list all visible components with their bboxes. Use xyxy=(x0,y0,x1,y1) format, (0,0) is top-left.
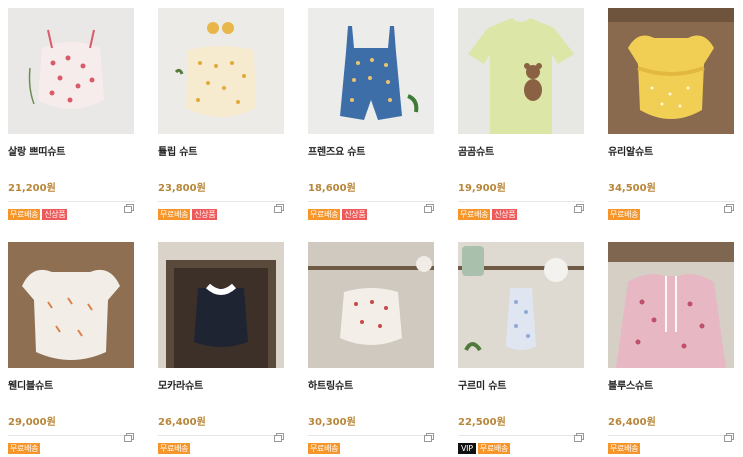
product-price: 18,600원 xyxy=(308,183,356,194)
badge-group: 무료배송 xyxy=(608,209,734,220)
product-name[interactable]: 튤립 슈트 xyxy=(158,143,284,158)
free-shipping-badge: 무료배송 xyxy=(608,443,641,454)
product-price: 19,900원 xyxy=(458,183,506,194)
product-grid: 살랑 쁘띠슈트 21,200원 무료배송 신상품 튤립 슈트 23,800원 무… xyxy=(0,0,743,457)
window-stack-icon[interactable] xyxy=(124,433,134,442)
badge-group: 무료배송 신상품 xyxy=(8,209,134,220)
window-stack-icon[interactable] xyxy=(274,204,284,213)
product-card[interactable]: 곰곰슈트 19,900원 무료배송 신상품 xyxy=(458,0,584,236)
badge-group: 무료배송 xyxy=(608,443,734,454)
product-card[interactable]: 블루스슈트 26,400원 무료배송 xyxy=(608,236,734,457)
product-image[interactable] xyxy=(458,242,584,368)
new-product-badge: 신상품 xyxy=(42,209,68,220)
free-shipping-badge: 무료배송 xyxy=(608,209,641,220)
product-price: 21,200원 xyxy=(8,183,56,194)
badge-group: 무료배송 xyxy=(308,443,434,454)
new-product-badge: 신상품 xyxy=(492,209,518,220)
window-stack-icon[interactable] xyxy=(574,433,584,442)
free-shipping-badge: 무료배송 xyxy=(308,209,341,220)
product-photo-romper-hearts xyxy=(308,242,434,368)
window-stack-icon[interactable] xyxy=(724,433,734,442)
window-stack-icon[interactable] xyxy=(424,204,434,213)
product-photo-romper-yellow xyxy=(158,8,284,134)
product-image[interactable] xyxy=(158,8,284,134)
product-price: 30,300원 xyxy=(308,417,356,428)
divider xyxy=(308,201,434,202)
new-product-badge: 신상품 xyxy=(342,209,368,220)
badge-group: 무료배송 신상품 xyxy=(158,209,284,220)
product-price: 26,400원 xyxy=(608,417,656,428)
product-name[interactable]: 하트링슈트 xyxy=(308,377,434,392)
product-price: 34,500원 xyxy=(608,183,656,194)
product-image[interactable] xyxy=(608,8,734,134)
divider xyxy=(608,201,734,202)
product-price: 22,500원 xyxy=(458,417,506,428)
product-photo-romper-navy xyxy=(158,242,284,368)
divider xyxy=(308,435,434,436)
product-image[interactable] xyxy=(158,242,284,368)
product-name[interactable]: 블루스슈트 xyxy=(608,377,734,392)
product-photo-romper-cloud xyxy=(458,242,584,368)
product-card[interactable]: 프렌즈요 슈트 18,600원 무료배송 신상품 xyxy=(308,0,434,236)
window-stack-icon[interactable] xyxy=(424,433,434,442)
product-card[interactable]: 구르미 슈트 22,500원 VIP 무료배송 xyxy=(458,236,584,457)
product-name[interactable]: 구르미 슈트 xyxy=(458,377,584,392)
product-photo-romper-yellow-ruffle xyxy=(608,8,734,134)
product-name[interactable]: 유리알슈트 xyxy=(608,143,734,158)
product-image[interactable] xyxy=(458,8,584,134)
product-price: 26,400원 xyxy=(158,417,206,428)
badge-group: 무료배송 신상품 xyxy=(458,209,584,220)
product-image[interactable] xyxy=(8,242,134,368)
product-card[interactable]: 웬디블슈트 29,000원 무료배송 xyxy=(8,236,134,457)
free-shipping-badge: 무료배송 xyxy=(8,443,41,454)
product-card[interactable]: 하트링슈트 30,300원 무료배송 xyxy=(308,236,434,457)
window-stack-icon[interactable] xyxy=(124,204,134,213)
divider xyxy=(458,201,584,202)
free-shipping-badge: 무료배송 xyxy=(477,443,511,454)
divider xyxy=(608,435,734,436)
free-shipping-badge: 무료배송 xyxy=(8,209,41,220)
product-name[interactable]: 웬디블슈트 xyxy=(8,377,134,392)
product-photo-tshirt-bear xyxy=(458,8,584,134)
product-card[interactable]: 모카라슈트 26,400원 무료배송 xyxy=(158,236,284,457)
free-shipping-badge: 무료배송 xyxy=(308,443,341,454)
product-photo-overall-blue xyxy=(308,8,434,134)
product-name[interactable]: 곰곰슈트 xyxy=(458,143,584,158)
badge-group: 무료배송 xyxy=(158,443,284,454)
product-price: 23,800원 xyxy=(158,183,206,194)
window-stack-icon[interactable] xyxy=(274,433,284,442)
badge-group: VIP 무료배송 xyxy=(458,443,584,454)
divider xyxy=(8,435,134,436)
product-card[interactable]: 유리알슈트 34,500원 무료배송 xyxy=(608,0,734,236)
window-stack-icon[interactable] xyxy=(724,204,734,213)
product-image[interactable] xyxy=(8,8,134,134)
window-stack-icon[interactable] xyxy=(574,204,584,213)
divider xyxy=(458,435,584,436)
product-photo-romper-floral xyxy=(8,8,134,134)
product-price: 29,000원 xyxy=(8,417,56,428)
product-photo-romper-white-floral xyxy=(8,242,134,368)
product-image[interactable] xyxy=(308,242,434,368)
badge-group: 무료배송 신상품 xyxy=(308,209,434,220)
vip-badge: VIP xyxy=(458,443,476,454)
product-image[interactable] xyxy=(608,242,734,368)
product-image[interactable] xyxy=(308,8,434,134)
divider xyxy=(158,201,284,202)
free-shipping-badge: 무료배송 xyxy=(158,443,191,454)
product-card[interactable]: 튤립 슈트 23,800원 무료배송 신상품 xyxy=(158,0,284,236)
product-photo-romper-pink-floral xyxy=(608,242,734,368)
product-name[interactable]: 살랑 쁘띠슈트 xyxy=(8,143,134,158)
divider xyxy=(8,201,134,202)
new-product-badge: 신상품 xyxy=(192,209,218,220)
badge-group: 무료배송 xyxy=(8,443,134,454)
product-name[interactable]: 모카라슈트 xyxy=(158,377,284,392)
product-name[interactable]: 프렌즈요 슈트 xyxy=(308,143,434,158)
divider xyxy=(158,435,284,436)
free-shipping-badge: 무료배송 xyxy=(158,209,191,220)
free-shipping-badge: 무료배송 xyxy=(458,209,491,220)
product-card[interactable]: 살랑 쁘띠슈트 21,200원 무료배송 신상품 xyxy=(8,0,134,236)
